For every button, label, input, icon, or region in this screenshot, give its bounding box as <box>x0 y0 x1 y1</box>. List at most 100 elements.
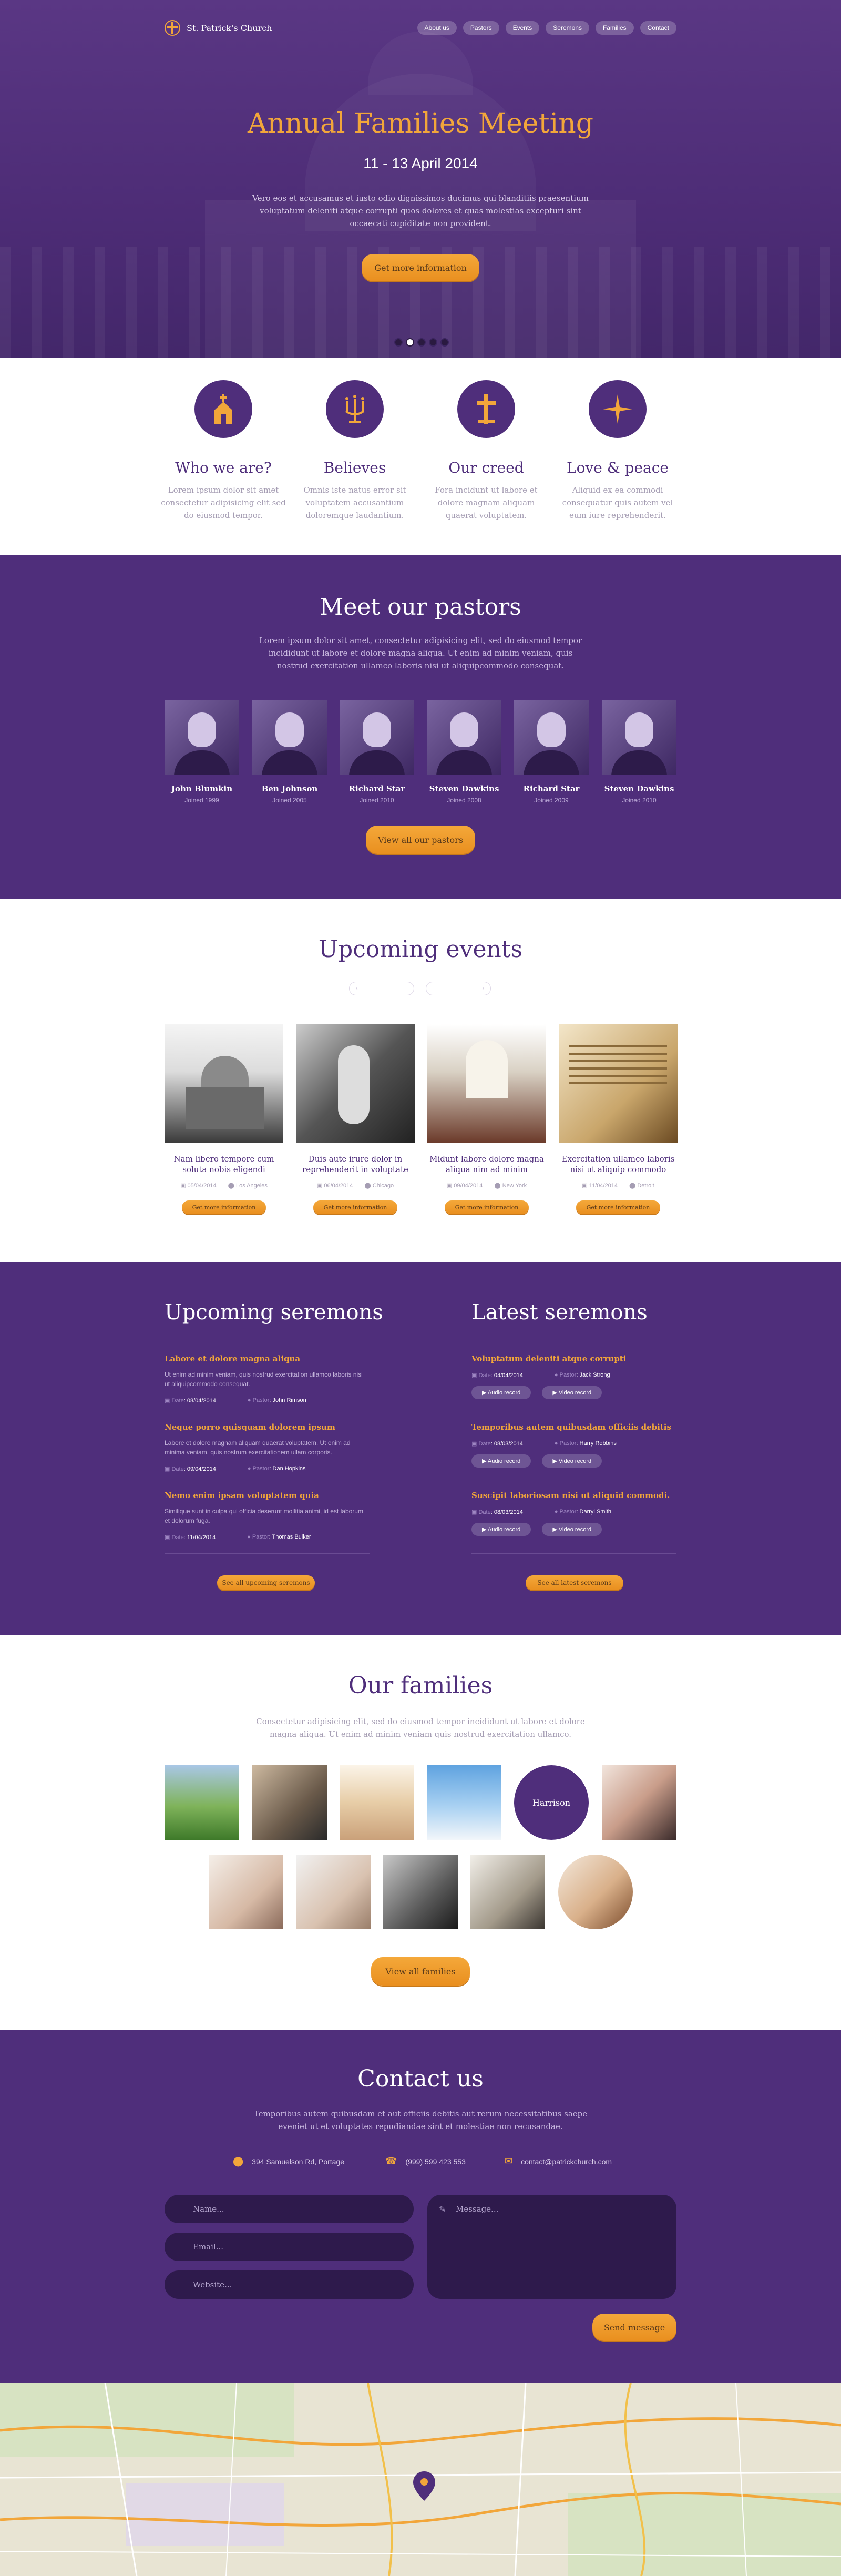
sermon-meta: ▣ Date: 08/04/2014 ● Pastor: John Rimson <box>165 1397 306 1404</box>
contact-text: Temporibus autem quibusdam et aut offici… <box>253 2109 588 2131</box>
calendar-icon: ▣ <box>316 1183 323 1189</box>
feature-our-creed: Our creed Fora incidunt ut labore et dol… <box>423 380 549 522</box>
event-meta: ▣ 05/04/2014 ⬤ Los Angeles <box>165 1182 283 1189</box>
calendar-icon: ▣ <box>471 1509 477 1515</box>
slider-dot[interactable] <box>440 338 449 347</box>
event-card: Nam libero tempore cum soluta nobis elig… <box>165 1024 283 1214</box>
feature-text: Fora incidunt ut labore et dolore magnam… <box>435 485 538 520</box>
event-title: Nam libero tempore cum soluta nobis elig… <box>173 1154 274 1174</box>
slider-dot[interactable] <box>429 338 437 347</box>
events-section: Upcoming events ‹ › Nam libero tempore c… <box>0 899 841 1262</box>
nav-families[interactable]: Families <box>595 21 634 35</box>
pastor-card[interactable]: John Blumkin Joined 1999 <box>165 700 239 804</box>
latest-sermon-item[interactable]: Voluptatum deleniti atque corrupti ▣ Dat… <box>471 1354 676 1417</box>
contact-phone: ☎ (999) 599 423 553 <box>385 2156 466 2166</box>
pastor-name: Steven Dawkins <box>604 784 674 793</box>
family-photo[interactable] <box>209 1855 283 1929</box>
slider-dot[interactable] <box>394 338 403 347</box>
event-image <box>427 1024 546 1143</box>
video-record-button[interactable]: ▶ Video record <box>542 1386 602 1399</box>
family-photo-highlighted[interactable]: Harrison <box>514 1765 589 1840</box>
family-photo[interactable] <box>427 1765 501 1840</box>
sermon-meta: ▣ Date: 04/04/2014 ● Pastor: Jack Strong <box>471 1372 610 1379</box>
send-message-button[interactable]: Send message <box>592 2314 676 2341</box>
user-icon: ● <box>554 1440 558 1447</box>
video-icon: ▶ <box>552 1390 557 1396</box>
pastor-name: Richard Star <box>523 784 580 793</box>
email-input[interactable] <box>165 2233 414 2261</box>
family-photo[interactable] <box>296 1855 371 1929</box>
hero-info-button[interactable]: Get more information <box>362 254 479 281</box>
audio-record-button[interactable]: ▶ Audio record <box>471 1386 531 1399</box>
sermon-title: Labore et dolore magna aliqua <box>165 1354 301 1363</box>
events-prev-button[interactable]: ‹ <box>349 982 414 995</box>
website-input[interactable] <box>165 2270 414 2299</box>
pastor-card[interactable]: Steven Dawkins Joined 2010 <box>602 700 676 804</box>
video-record-button[interactable]: ▶ Video record <box>542 1523 602 1536</box>
hero-section: St. Patrick's Church About us Pastors Ev… <box>0 0 841 358</box>
brand-logo[interactable]: St. Patrick's Church <box>165 20 272 36</box>
main-nav: About us Pastors Events Seremons Familie… <box>417 21 676 35</box>
events-next-button[interactable]: › <box>426 982 491 995</box>
nav-events[interactable]: Events <box>505 21 540 35</box>
pastor-card[interactable]: Richard Star Joined 2010 <box>340 700 414 804</box>
view-pastors-button[interactable]: View all our pastors <box>366 826 475 854</box>
event-title: Duis aute irure dolor in reprehenderit i… <box>302 1154 408 1174</box>
hero-text: Vero eos et accusamus et iusto odio dign… <box>252 194 589 228</box>
event-info-button[interactable]: Get more information <box>313 1200 397 1214</box>
family-photo[interactable] <box>558 1855 633 1929</box>
pastor-joined: Joined 2009 <box>534 797 569 804</box>
family-photo[interactable] <box>383 1855 458 1929</box>
video-icon: ▶ <box>552 1526 557 1533</box>
map-pin-icon[interactable] <box>413 2471 435 2501</box>
audio-record-button[interactable]: ▶ Audio record <box>471 1523 531 1536</box>
event-info-button[interactable]: Get more information <box>445 1200 529 1214</box>
sermon-text: Labore et dolore magnam aliquam quaerat … <box>165 1439 351 1456</box>
nav-pastors[interactable]: Pastors <box>463 21 499 35</box>
contact-email[interactable]: ✉ contact@patrickchurch.com <box>505 2156 612 2167</box>
user-icon: ● <box>554 1372 558 1378</box>
upcoming-sermon-item[interactable]: Labore et dolore magna aliqua Ut enim ad… <box>165 1354 370 1417</box>
nav-sermons[interactable]: Seremons <box>546 21 589 35</box>
video-record-button[interactable]: ▶ Video record <box>542 1454 602 1468</box>
event-date: 06/04/2014 <box>324 1183 353 1189</box>
see-latest-sermons-button[interactable]: See all latest seremons <box>526 1575 623 1590</box>
slider-dot-active[interactable] <box>406 338 414 347</box>
pastor-name: Richard Star <box>348 784 405 793</box>
pastor-joined: Joined 2008 <box>447 797 481 804</box>
brand-name: St. Patrick's Church <box>187 23 272 33</box>
user-icon: ● <box>247 1397 251 1403</box>
calendar-icon: ▣ <box>165 1534 170 1541</box>
family-photo[interactable] <box>602 1765 676 1840</box>
sermon-title: Suscipit laboriosam nisi ut aliquid comm… <box>471 1491 670 1500</box>
audio-record-button[interactable]: ▶ Audio record <box>471 1454 531 1468</box>
pastor-card[interactable]: Steven Dawkins Joined 2008 <box>427 700 501 804</box>
cross-icon <box>457 380 515 438</box>
location-map[interactable] <box>0 2383 841 2576</box>
event-location: Chicago <box>372 1183 394 1189</box>
slider-dot[interactable] <box>417 338 426 347</box>
see-upcoming-sermons-button[interactable]: See all upcoming seremons <box>217 1575 315 1590</box>
family-photo[interactable] <box>165 1765 239 1840</box>
event-info-button[interactable]: Get more information <box>182 1200 266 1214</box>
name-input[interactable] <box>165 2195 414 2223</box>
latest-sermon-item[interactable]: Temporibus autem quibusdam officiis debi… <box>471 1422 676 1485</box>
event-card: Exercitation ullamco laboris nisi ut ali… <box>559 1024 678 1214</box>
pastor-card[interactable]: Richard Star Joined 2009 <box>514 700 589 804</box>
nav-about[interactable]: About us <box>417 21 457 35</box>
latest-sermon-item[interactable]: Suscipit laboriosam nisi ut aliquid comm… <box>471 1491 676 1554</box>
family-photo[interactable] <box>340 1765 414 1840</box>
family-photo[interactable] <box>252 1765 327 1840</box>
pencil-icon: ✎ <box>439 2204 446 2214</box>
pastor-card[interactable]: Ben Johnson Joined 2005 <box>252 700 327 804</box>
message-textarea[interactable] <box>427 2195 676 2299</box>
view-families-button[interactable]: View all families <box>371 1957 470 1986</box>
event-card: Duis aute irure dolor in reprehenderit i… <box>296 1024 415 1214</box>
upcoming-sermon-item[interactable]: Neque porro quisquam dolorem ipsum Labor… <box>165 1422 370 1485</box>
nav-contact[interactable]: Contact <box>640 21 676 35</box>
feature-text: Aliquid ex ea commodi consequatur quis a… <box>562 485 673 520</box>
calendar-icon: ▣ <box>180 1183 186 1189</box>
family-photo[interactable] <box>470 1855 545 1929</box>
event-info-button[interactable]: Get more information <box>576 1200 660 1214</box>
upcoming-sermon-item[interactable]: Nemo enim ipsam voluptatem quia Similiqu… <box>165 1491 370 1554</box>
